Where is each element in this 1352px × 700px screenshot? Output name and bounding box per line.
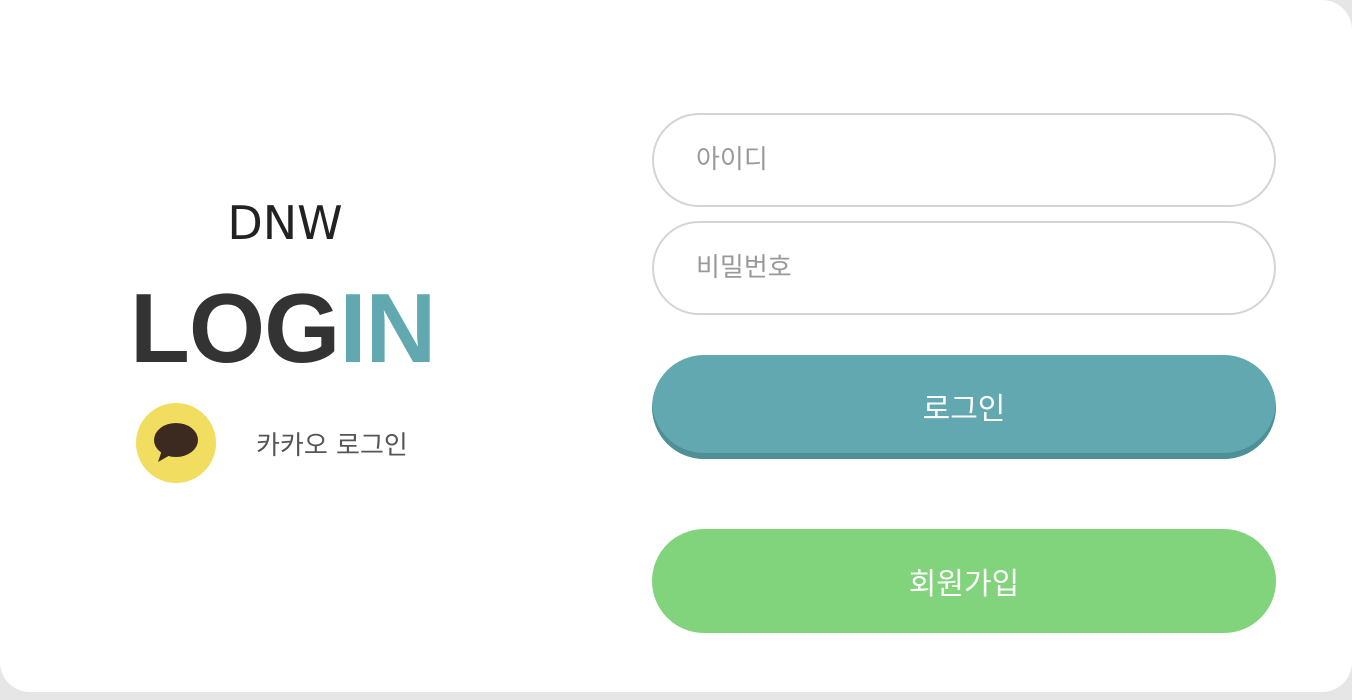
kakao-logo	[136, 403, 216, 483]
id-input[interactable]	[652, 113, 1276, 207]
speech-bubble-icon	[154, 423, 198, 462]
signup-button[interactable]: 회원가입	[652, 529, 1276, 633]
brand-name: DNW	[227, 196, 343, 250]
login-button[interactable]: 로그인	[652, 355, 1276, 459]
login-heading: LOGIN	[130, 273, 436, 383]
login-card: DNW LOGIN 카카오 로그인 로그인 회원가입	[0, 0, 1352, 692]
kakao-login-label: 카카오 로그인	[256, 430, 408, 461]
password-input[interactable]	[652, 221, 1276, 315]
login-heading-dark: LOG	[130, 273, 340, 383]
kakao-login-button[interactable]: 카카오 로그인	[136, 403, 408, 483]
login-heading-accent: IN	[339, 273, 436, 383]
